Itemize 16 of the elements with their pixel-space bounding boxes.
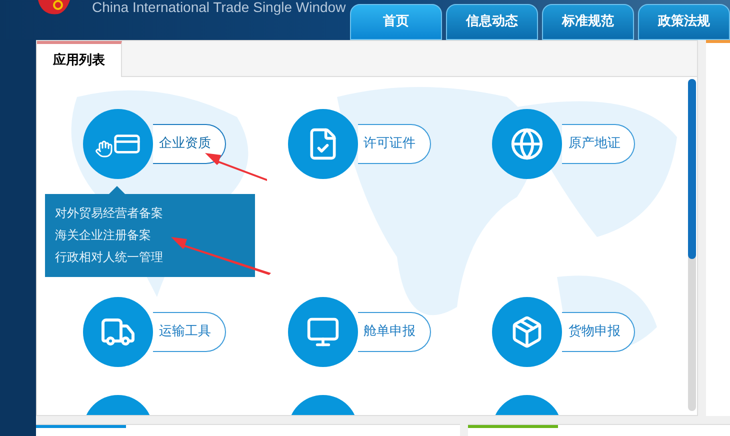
app-label[interactable]: 货物申报 [562, 312, 636, 352]
nav-tab[interactable]: 标准规范 [542, 4, 634, 40]
app-label[interactable]: 企业资质 [153, 124, 226, 164]
nav-tab[interactable]: 首页 [350, 4, 442, 40]
submenu-link[interactable]: 行政相对人统一管理 [55, 248, 245, 267]
submenu-link[interactable]: 海关企业注册备案 [55, 226, 245, 245]
annotation-arrow [205, 151, 269, 181]
panel-tab[interactable]: 应用列表 [37, 41, 122, 77]
app-label[interactable]: 运输工具 [153, 312, 226, 352]
app-label[interactable]: 原产地证 [562, 124, 636, 164]
app-label[interactable]: 舱单申报 [358, 312, 431, 352]
app-label[interactable]: 许可证件 [358, 124, 431, 164]
site-title: China International Trade Single Window [92, 0, 346, 14]
nav-tab[interactable]: 政策法规 [638, 4, 730, 40]
submenu-link[interactable]: 对外贸易经营者备案 [55, 204, 245, 223]
nav-tab[interactable]: 信息动态 [446, 4, 538, 40]
